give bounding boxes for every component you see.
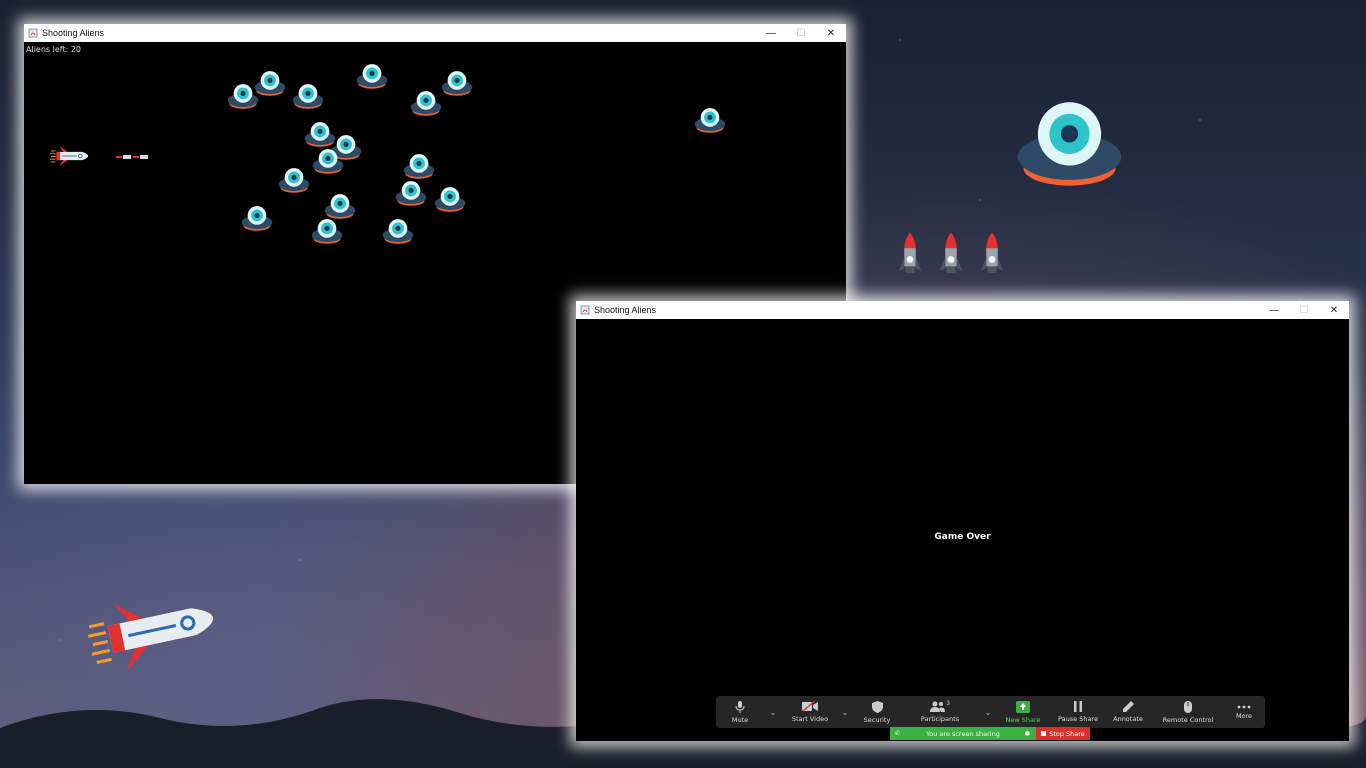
alien-ufo: [355, 59, 389, 93]
game-over-message: Game Over: [934, 532, 991, 542]
alien-ufo: [381, 214, 415, 248]
window-title: Shooting Aliens: [42, 28, 105, 38]
rocket-decoration: [898, 230, 922, 280]
alien-ufo-decoration: [1012, 85, 1127, 200]
security-label: Security: [863, 715, 891, 724]
video-off-icon: [802, 701, 818, 712]
player-spaceship: [50, 138, 96, 174]
audio-options-chevron[interactable]: ⌄: [766, 696, 780, 728]
alien-ufo: [433, 182, 467, 216]
window-title: Shooting Aliens: [594, 305, 657, 315]
participants-count: 3: [946, 701, 950, 707]
participants-icon: [930, 701, 946, 712]
screen-sharing-bar: ✆ You are screen sharing ● Stop Share: [890, 727, 1090, 740]
microphone-icon: [735, 700, 745, 713]
alien-ufo: [310, 214, 344, 248]
alien-ufo: [311, 144, 345, 178]
stop-share-button[interactable]: Stop Share: [1036, 727, 1090, 740]
alien-ufo: [409, 86, 443, 120]
mute-button[interactable]: Mute: [728, 696, 752, 728]
maximize-button[interactable]: ☐: [1289, 301, 1319, 319]
annotate-label: Annotate: [1113, 715, 1143, 723]
remote-control-label: Remote Control: [1162, 715, 1214, 724]
annotate-button[interactable]: Annotate: [1110, 696, 1146, 728]
alien-ufo: [693, 103, 727, 137]
alien-ufo: [253, 66, 287, 100]
pause-share-label: Pause Share: [1058, 715, 1098, 723]
new-share-button[interactable]: New Share: [1004, 696, 1042, 728]
video-options-chevron[interactable]: ⌄: [838, 696, 852, 728]
participants-button[interactable]: 3 Participants: [914, 696, 966, 728]
aliens-left-counter: Aliens left: 20: [26, 45, 81, 54]
chevron-down-icon: ⌄: [984, 707, 992, 717]
more-button[interactable]: More: [1230, 696, 1258, 728]
alien-ufo: [277, 163, 311, 197]
start-video-button[interactable]: Start Video: [788, 696, 832, 728]
stop-icon: [1041, 731, 1047, 736]
sharing-status-badge: ✆ You are screen sharing ●: [890, 727, 1036, 740]
alien-ufo: [291, 79, 325, 113]
remote-control-button[interactable]: Remote Control: [1159, 696, 1217, 728]
mouse-icon: [1184, 700, 1192, 713]
sharing-status-text: You are screen sharing: [926, 729, 1000, 738]
minimize-button[interactable]: —: [1259, 301, 1289, 319]
chevron-down-icon: ⌄: [769, 707, 777, 717]
rocket-decoration: [939, 230, 963, 280]
ellipsis-icon: [1237, 705, 1251, 708]
share-screen-icon: [1016, 700, 1030, 713]
start-video-label: Start Video: [791, 715, 829, 723]
alien-ufo: [240, 201, 274, 235]
title-bar[interactable]: Shooting Aliens — ☐ ✕: [24, 24, 846, 42]
game-window-2[interactable]: Shooting Aliens — ☐ ✕ Game Over Mute ⌄ S…: [576, 301, 1349, 741]
participants-label: Participants: [920, 715, 960, 723]
minimize-button[interactable]: —: [756, 24, 786, 42]
shield-check-icon: ●: [1024, 730, 1030, 737]
shield-icon: [871, 700, 883, 713]
more-label: More: [1235, 711, 1253, 720]
participants-options-chevron[interactable]: ⌄: [981, 696, 995, 728]
stop-share-label: Stop Share: [1049, 729, 1085, 738]
security-button[interactable]: Security: [859, 696, 895, 728]
phone-icon: ✆: [895, 730, 901, 737]
alien-ufo: [440, 66, 474, 100]
alien-ufo: [394, 176, 428, 210]
close-button[interactable]: ✕: [1319, 301, 1349, 319]
java-app-icon: [28, 28, 38, 38]
java-app-icon: [580, 305, 590, 315]
pause-share-button[interactable]: Pause Share: [1057, 696, 1099, 728]
chevron-down-icon: ⌄: [841, 707, 849, 717]
zoom-toolbar: Mute ⌄ Start Video ⌄ Security 3 Particip…: [716, 696, 1265, 728]
mute-label: Mute: [731, 715, 749, 724]
title-bar[interactable]: Shooting Aliens — ☐ ✕: [576, 301, 1349, 319]
close-button[interactable]: ✕: [816, 24, 846, 42]
new-share-label: New Share: [1005, 715, 1041, 724]
maximize-button[interactable]: ☐: [786, 24, 816, 42]
pencil-icon: [1122, 701, 1134, 712]
pause-icon: [1074, 701, 1082, 712]
missile: [116, 155, 148, 159]
rocket-decoration: [980, 230, 1004, 280]
